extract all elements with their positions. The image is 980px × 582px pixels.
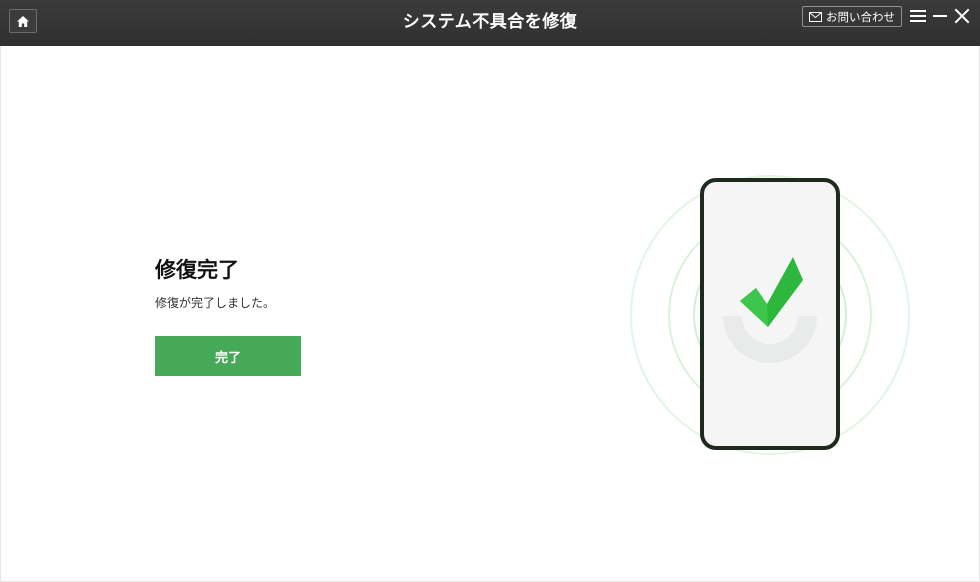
page-heading: 修復完了 <box>155 258 239 282</box>
status-message: 修復が完了しました。 <box>155 296 276 310</box>
title-bar: システム不具合を修復 お問い合わせ <box>0 0 980 46</box>
close-icon[interactable] <box>954 8 970 24</box>
menu-icon[interactable] <box>909 9 927 23</box>
minimize-icon[interactable] <box>932 9 948 23</box>
repair-complete-illustration <box>630 175 910 455</box>
contact-label: お問い合わせ <box>826 9 895 24</box>
done-button[interactable]: 完了 <box>155 336 301 376</box>
mail-icon <box>809 11 822 22</box>
contact-button[interactable]: お問い合わせ <box>802 6 902 27</box>
app-window: システム不具合を修復 お問い合わせ 修復完了 修復が完了しました。 完了 <box>0 0 980 582</box>
